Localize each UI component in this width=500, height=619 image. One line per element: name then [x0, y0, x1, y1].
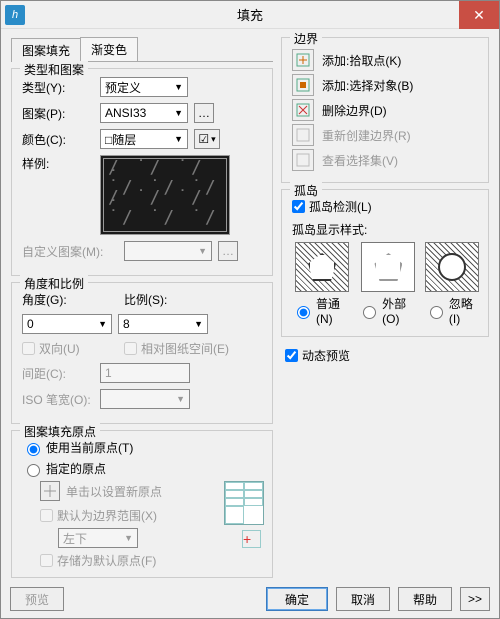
- group-origin: 图案填充原点 使用当前原点(T) 指定的原点 单击以设置新原点 默认为边界范围(…: [11, 430, 273, 578]
- island-outer-preview[interactable]: [361, 242, 415, 292]
- island-normal-preview[interactable]: [295, 242, 349, 292]
- pattern-browse-button[interactable]: …: [194, 103, 214, 123]
- add-select-objects[interactable]: 添加:选择对象(B): [322, 77, 413, 94]
- group-boundary: 边界 添加:拾取点(K) 添加:选择对象(B) 删除边界(D) 重新创建边界(R…: [281, 37, 489, 183]
- spacing-input: 1: [100, 363, 190, 383]
- spacing-label: 间距(C):: [22, 365, 94, 382]
- pattern-select[interactable]: ANSI33▼: [100, 103, 188, 123]
- custom-pattern-select: ▼: [124, 241, 212, 261]
- tab-hatch[interactable]: 图案填充: [11, 38, 81, 62]
- window-title: 填充: [1, 5, 499, 24]
- angle-label: 角度(G):: [22, 291, 118, 308]
- island-ignore-radio[interactable]: 忽略(I): [425, 295, 480, 326]
- crosshair-icon: [42, 483, 58, 499]
- dynamic-preview-checkbox[interactable]: 动态预览: [285, 347, 489, 364]
- sample-label: 样例:: [22, 155, 94, 172]
- remove-boundary[interactable]: 删除边界(D): [322, 102, 387, 119]
- group-title: 孤岛: [290, 182, 322, 199]
- view-selection: 查看选择集(V): [322, 152, 398, 169]
- group-islands: 孤岛 孤岛检测(L) 孤岛显示样式: 普通(N) 外部(O) 忽略(I): [281, 189, 489, 337]
- pick-origin-label: 单击以设置新原点: [66, 483, 162, 500]
- add-pick-points[interactable]: 添加:拾取点(K): [322, 52, 401, 69]
- iso-label: ISO 笔宽(O):: [22, 391, 94, 408]
- remove-boundary-icon[interactable]: [292, 99, 314, 121]
- tab-gradient[interactable]: 渐变色: [80, 37, 138, 61]
- type-label: 类型(Y):: [22, 79, 94, 96]
- preview-button: 预览: [10, 587, 64, 611]
- island-detect-checkbox[interactable]: 孤岛检测(L): [292, 198, 480, 215]
- group-title: 边界: [290, 30, 322, 47]
- iso-select: ▼: [100, 389, 190, 409]
- default-extent-checkbox: 默认为边界范围(X): [40, 507, 218, 524]
- recreate-boundary: 重新创建边界(R): [322, 127, 411, 144]
- custom-pattern-label: 自定义图案(M):: [22, 243, 118, 260]
- group-type-pattern: 类型和图案 类型(Y): 预定义▼ 图案(P): ANSI33▼ … 颜色(C)…: [11, 68, 273, 276]
- color-select[interactable]: □随层▼: [100, 129, 188, 149]
- select-objects-icon[interactable]: [292, 74, 314, 96]
- scale-select[interactable]: 8▼: [118, 314, 208, 334]
- title-bar: h 填充 ✕: [1, 1, 499, 29]
- sample-swatch[interactable]: / ˙/ ˙/ ˙˙/ ˙/ ˙// ˙/ ˙/ ˙˙/ ˙/ ˙/: [100, 155, 230, 235]
- pattern-label: 图案(P):: [22, 105, 94, 122]
- scale-label: 比例(S):: [124, 291, 167, 308]
- group-title: 图案填充原点: [20, 423, 100, 440]
- color-label: 颜色(C):: [22, 131, 94, 148]
- pick-origin-button: [40, 481, 60, 501]
- extent-pos-select: 左下▼: [58, 528, 138, 548]
- group-angle-scale: 角度和比例 角度(G): 比例(S): 0▼ 8▼ 双向(U) 相对图纸空间(E…: [11, 282, 273, 424]
- store-default-checkbox: 存储为默认原点(F): [40, 552, 218, 569]
- double-checkbox: 双向(U): [22, 340, 118, 357]
- island-ignore-preview[interactable]: [425, 242, 479, 292]
- recreate-boundary-icon: [292, 124, 314, 146]
- custom-browse-button: …: [218, 241, 238, 261]
- use-current-origin-radio[interactable]: 使用当前原点(T): [22, 439, 264, 456]
- group-title: 角度和比例: [20, 275, 88, 292]
- expand-button[interactable]: >>: [460, 587, 490, 611]
- pick-points-icon[interactable]: [292, 49, 314, 71]
- island-style-label: 孤岛显示样式:: [292, 221, 480, 238]
- cancel-button[interactable]: 取消: [336, 587, 390, 611]
- island-normal-radio[interactable]: 普通(N): [292, 295, 352, 326]
- ok-button[interactable]: 确定: [266, 587, 328, 611]
- angle-select[interactable]: 0▼: [22, 314, 112, 334]
- origin-preview: +: [224, 481, 264, 525]
- view-selection-icon: [292, 149, 314, 171]
- type-select[interactable]: 预定义▼: [100, 77, 188, 97]
- color-swatch-button[interactable]: ☑▾: [194, 129, 220, 149]
- group-title: 类型和图案: [20, 61, 88, 78]
- help-button[interactable]: 帮助: [398, 587, 452, 611]
- island-outer-radio[interactable]: 外部(O): [358, 295, 419, 326]
- relative-checkbox: 相对图纸空间(E): [124, 340, 229, 357]
- close-button[interactable]: ✕: [459, 1, 499, 29]
- tabs: 图案填充 渐变色: [11, 37, 273, 62]
- specified-origin-radio[interactable]: 指定的原点: [22, 460, 264, 477]
